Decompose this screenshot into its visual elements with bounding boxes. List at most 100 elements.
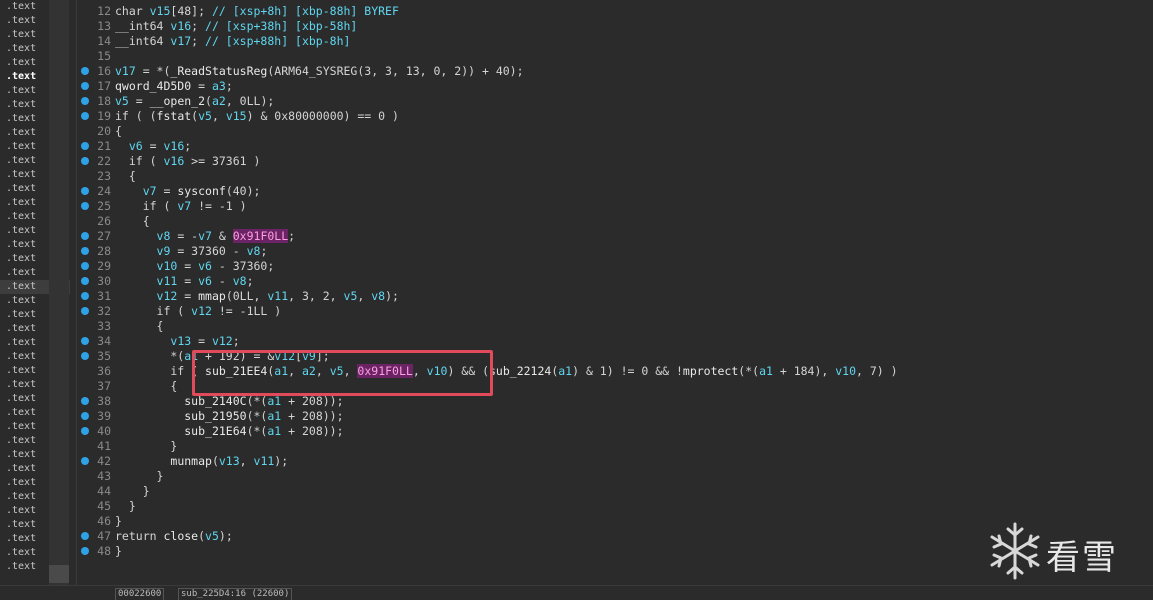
- code-token: a1: [184, 349, 199, 363]
- code-line[interactable]: 36 if ( sub_21EE4(a1, a2, v5, 0x91F0LL, …: [77, 364, 1153, 379]
- code-token: - 37360;: [211, 259, 275, 273]
- code-line[interactable]: 38 sub_2140C(*(a1 + 208));: [77, 394, 1153, 409]
- line-number: 25: [97, 199, 111, 213]
- breakpoint-dot-icon[interactable]: [81, 142, 89, 150]
- code-token: // [xsp+8h] [xbp-88h] BYREF: [211, 4, 399, 18]
- code-line[interactable]: 20 {: [77, 124, 1153, 139]
- code-line[interactable]: 15: [77, 49, 1153, 64]
- code-line[interactable]: 43 }: [77, 469, 1153, 484]
- breakpoint-dot-icon[interactable]: [81, 412, 89, 420]
- code-text: }: [115, 499, 136, 514]
- code-line[interactable]: 12 char v15[48]; // [xsp+8h] [xbp-88h] BY…: [77, 4, 1153, 19]
- left-scrollbar[interactable]: [49, 0, 69, 585]
- code-line[interactable]: 17 qword_4D5D0 = a3;: [77, 79, 1153, 94]
- breakpoint-dot-icon[interactable]: [81, 202, 89, 210]
- code-line[interactable]: 18 v5 = __open_2(a2, 0LL);: [77, 94, 1153, 109]
- breakpoint-dot-icon[interactable]: [81, 112, 89, 120]
- breakpoint-dot-icon[interactable]: [81, 82, 89, 90]
- breakpoint-dot-icon[interactable]: [81, 337, 89, 345]
- breakpoint-dot-icon[interactable]: [81, 187, 89, 195]
- code-token: v7: [177, 199, 192, 213]
- code-token: a1: [558, 364, 573, 378]
- code-token: sub_22124: [489, 364, 552, 378]
- code-token: (: [198, 529, 206, 543]
- code-line[interactable]: 16 v17 = *(_ReadStatusReg(ARM64_SYSREG(3,…: [77, 64, 1153, 79]
- pseudocode-editor[interactable]: 12 char v15[48]; // [xsp+8h] [xbp-88h] BY…: [76, 0, 1153, 585]
- breakpoint-dot-icon[interactable]: [81, 427, 89, 435]
- code-line[interactable]: 39 sub_21950(*(a1 + 208));: [77, 409, 1153, 424]
- code-line[interactable]: 26 {: [77, 214, 1153, 229]
- breakpoint-dot-icon[interactable]: [81, 247, 89, 255]
- breakpoint-dot-icon[interactable]: [81, 352, 89, 360]
- code-line[interactable]: 29 v10 = v6 - 37360;: [77, 259, 1153, 274]
- code-line[interactable]: 33 {: [77, 319, 1153, 334]
- breakpoint-dot-icon[interactable]: [81, 547, 89, 555]
- code-line[interactable]: 34 v13 = v12;: [77, 334, 1153, 349]
- code-text: if ( v16 >= 37361 ): [115, 154, 261, 169]
- code-line[interactable]: 23 {: [77, 169, 1153, 184]
- breakpoint-dot-icon[interactable]: [81, 307, 89, 315]
- code-token: = 37360 -: [170, 244, 247, 258]
- breakpoint-dot-icon[interactable]: [81, 532, 89, 540]
- code-token: sysconf: [177, 184, 226, 198]
- code-line[interactable]: 32 if ( v12 != -1LL ): [77, 304, 1153, 319]
- code-text: char v15[48]; // [xsp+8h] [xbp-88h] BYRE…: [115, 4, 399, 19]
- line-number: 13: [97, 19, 111, 33]
- watermark-logo: 看雪: [984, 516, 1144, 586]
- breakpoint-dot-icon[interactable]: [81, 157, 89, 165]
- code-token: );: [218, 529, 233, 543]
- code-token: if ( (: [115, 109, 157, 123]
- breakpoint-dot-icon[interactable]: [81, 292, 89, 300]
- code-line[interactable]: 22 if ( v16 >= 37361 ): [77, 154, 1153, 169]
- code-line[interactable]: 41 }: [77, 439, 1153, 454]
- code-line[interactable]: 31 v12 = mmap(0LL, v11, 3, 2, v5, v8);: [77, 289, 1153, 304]
- code-line[interactable]: 35 *(a1 + 192) = &v12[v9];: [77, 349, 1153, 364]
- code-line[interactable]: 45 }: [77, 499, 1153, 514]
- line-number: 48: [97, 544, 111, 558]
- code-token: // [xsp+38h] [xbp-58h]: [205, 19, 358, 33]
- breakpoint-dot-icon[interactable]: [81, 457, 89, 465]
- breakpoint-dot-icon[interactable]: [81, 262, 89, 270]
- code-token: v12: [211, 334, 233, 348]
- code-token: v5: [115, 94, 129, 108]
- code-line[interactable]: 27 v8 = -v7 & 0x91F0LL;: [77, 229, 1153, 244]
- breakpoint-dot-icon[interactable]: [81, 232, 89, 240]
- code-line[interactable]: 13 __int64 v16; // [xsp+38h] [xbp-58h]: [77, 19, 1153, 34]
- code-token: v8: [156, 229, 171, 243]
- code-token: (*(: [246, 409, 268, 423]
- code-line[interactable]: 44 }: [77, 484, 1153, 499]
- code-line[interactable]: 28 v9 = 37360 - v8;: [77, 244, 1153, 259]
- code-line[interactable]: 19 if ( (fstat(v5, v15) & 0x80000000) == …: [77, 109, 1153, 124]
- code-token: a1: [267, 394, 282, 408]
- code-token: =: [177, 259, 199, 273]
- left-scrollbar-thumb[interactable]: [49, 565, 69, 583]
- breakpoint-dot-icon[interactable]: [81, 97, 89, 105]
- code-line[interactable]: 24 v7 = sysconf(40);: [77, 184, 1153, 199]
- line-number: 42: [97, 454, 111, 468]
- breakpoint-dot-icon[interactable]: [81, 277, 89, 285]
- watermark-text: 看雪: [1046, 538, 1118, 578]
- code-line[interactable]: 40 sub_21E64(*(a1 + 208));: [77, 424, 1153, 439]
- code-token: a1: [759, 364, 773, 378]
- code-token: *(: [115, 349, 185, 363]
- code-token: {: [115, 169, 136, 183]
- line-number: 47: [97, 529, 111, 543]
- code-line[interactable]: 21 v6 = v16;: [77, 139, 1153, 154]
- code-token: =: [177, 289, 199, 303]
- code-line[interactable]: 30 v11 = v6 - v8;: [77, 274, 1153, 289]
- code-line[interactable]: 37 {: [77, 379, 1153, 394]
- code-line[interactable]: 25 if ( v7 != -1 ): [77, 199, 1153, 214]
- code-token: v6: [198, 259, 212, 273]
- code-token: ;: [191, 34, 206, 48]
- line-number: 31: [97, 289, 111, 303]
- code-token: v13: [170, 334, 192, 348]
- code-line[interactable]: 14 __int64 v17; // [xsp+88h] [xbp-8h]: [77, 34, 1153, 49]
- breakpoint-dot-icon[interactable]: [81, 67, 89, 75]
- breakpoint-dot-icon[interactable]: [81, 397, 89, 405]
- code-line[interactable]: 42 munmap(v13, v11);: [77, 454, 1153, 469]
- line-number: 27: [97, 229, 111, 243]
